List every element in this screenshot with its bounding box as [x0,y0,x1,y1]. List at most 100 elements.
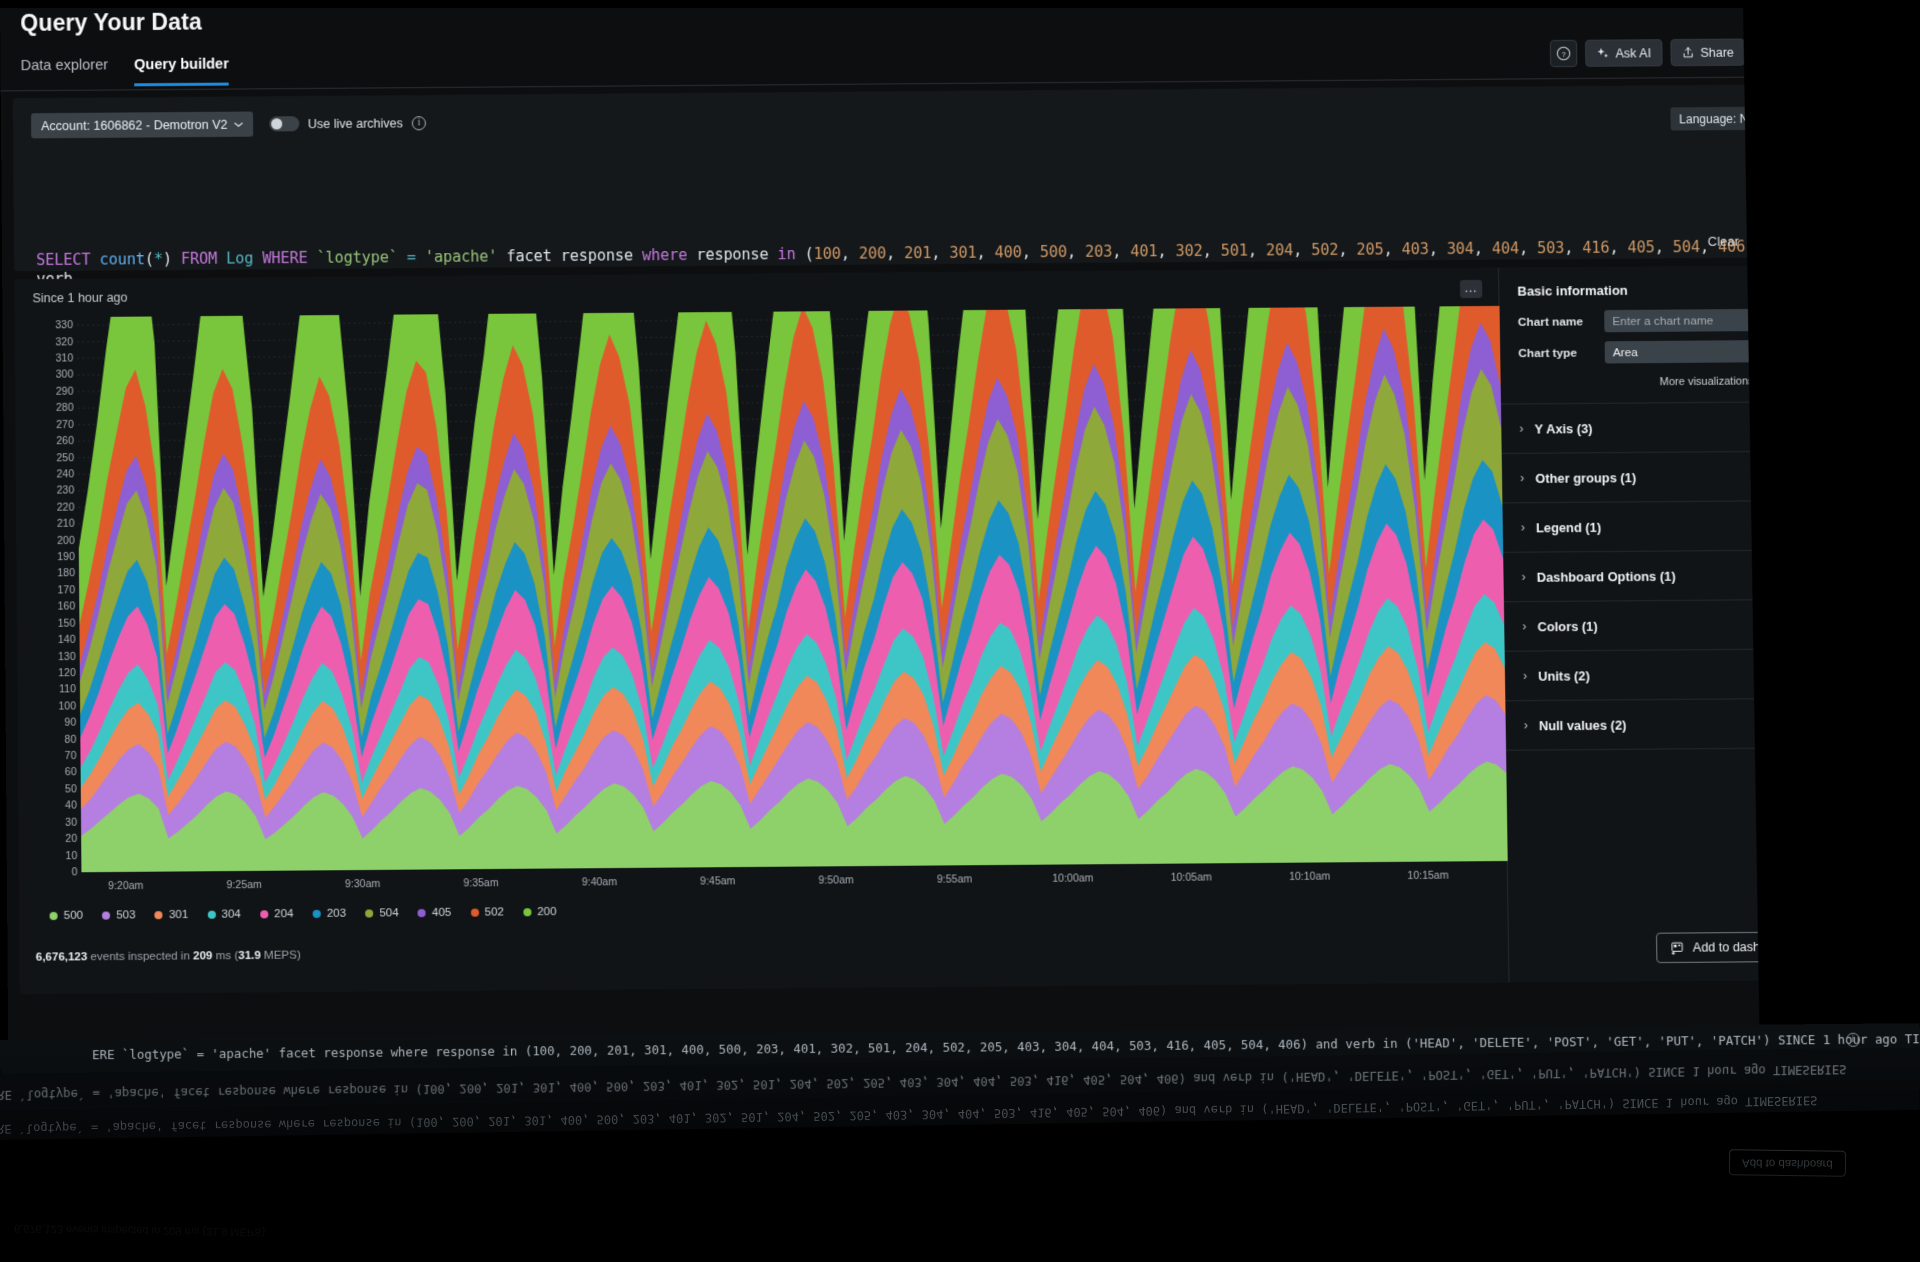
y-axis-tick: 220 [56,501,75,514]
legend-color-dot [207,910,216,919]
x-axis-tick: 9:25am [226,878,262,892]
screenshot-root: Query Your Data Data explorer Query buil… [0,0,1920,1262]
ask-ai-label: Ask AI [1615,45,1652,61]
x-axis-tick: 9:20am [108,879,144,893]
chart-more-menu-button[interactable]: … [1459,279,1483,299]
accordion-item-label: Units (2) [1538,667,1590,684]
chart-type-value: Area [1612,345,1639,360]
chart-legend: 500 503 301 304 204 203 504 405 502 200 [49,899,1461,922]
accordion-item-label: Null values (2) [1538,716,1627,733]
legend-label: 301 [168,908,189,922]
svg-text:?: ? [1562,50,1566,59]
stats-meps-suffix: MEPS) [260,949,301,962]
reflection-add-to-dashboard: Add to dashboard [1729,1149,1847,1177]
x-axis-tick: 9:35am [463,877,499,890]
chevron-right-icon: › [1523,718,1528,733]
legend-item-200[interactable]: 200 [523,906,557,918]
stats-events-count: 6,676,123 [35,951,88,964]
chart-y-axis-labels: 330 320 310 300 290 280 270 260 250 240 230 220 210 2… [33,317,78,878]
legend-label: 504 [379,907,399,920]
live-archives-control: Use live archives i [268,115,426,132]
chart-name-label: Chart name [1517,314,1584,329]
y-axis-tick: 260 [56,435,74,448]
question-circle-icon: ? [1556,46,1571,61]
chevron-down-icon [233,122,243,127]
y-axis-tick: 230 [56,484,75,498]
chevron-right-icon: › [1520,470,1525,486]
legend-color-dot [417,909,426,918]
legend-color-dot [102,911,111,920]
y-axis-tick: 70 [64,749,77,763]
chart-series-areas [76,305,1508,873]
legend-item-504[interactable]: 504 [365,907,399,919]
top-edge [0,0,1920,8]
y-axis-tick: 280 [55,402,74,415]
stats-duration: 209 [193,950,213,963]
accordion-item-label: Other groups (1) [1535,469,1637,486]
chart-since-label: Since 1 hour ago [32,290,128,306]
account-row: Account: 1606862 - Demotron V2 Use live … [31,110,426,139]
chevron-right-icon: › [1523,668,1528,683]
legend-color-dot [312,909,321,918]
legend-label: 405 [431,906,452,920]
y-axis-tick: 330 [55,319,73,332]
window-right-edge [1742,0,1853,1036]
x-axis-tick: 9:50am [818,874,854,887]
legend-color-dot [365,909,374,918]
legend-item-405[interactable]: 405 [417,906,452,920]
legend-item-304[interactable]: 304 [207,908,241,921]
legend-item-204[interactable]: 204 [259,908,294,920]
y-axis-tick: 180 [57,567,76,580]
share-button[interactable]: Share [1669,38,1746,67]
tab-data-explorer[interactable]: Data explorer [21,57,109,87]
y-axis-tick: 110 [59,683,76,696]
chart-type-label: Chart type [1518,345,1578,361]
y-axis-tick: 310 [55,352,74,365]
x-axis-tick: 9:45am [700,875,736,888]
area-chart-svg [76,305,1508,873]
sparkle-icon [1597,47,1608,58]
tab-bar: Data explorer Query builder [21,56,230,87]
y-axis-tick: 10 [65,849,78,862]
legend-label: 503 [116,909,136,922]
y-axis-tick: 160 [57,600,76,613]
accordion-item-label: Dashboard Options (1) [1536,568,1676,585]
area-chart[interactable] [76,305,1508,873]
x-axis-tick: 10:00am [1052,872,1094,885]
account-selector-label: Account: 1606862 - Demotron V2 [41,117,228,133]
help-button[interactable]: ? [1550,39,1578,68]
reflection-add-to-dashboard-label: Add to dashboard [1742,1156,1834,1170]
y-axis-tick: 30 [65,816,78,829]
legend-item-500[interactable]: 500 [49,910,83,922]
y-axis-tick: 210 [56,517,75,531]
legend-item-503[interactable]: 503 [102,909,136,922]
chevron-right-icon: › [1520,520,1526,535]
legend-color-dot [523,908,532,917]
y-axis-tick: 140 [57,633,76,647]
live-archives-toggle[interactable] [268,116,299,132]
y-axis-tick: 100 [58,700,77,713]
account-selector[interactable]: Account: 1606862 - Demotron V2 [31,111,253,139]
query-panel: Account: 1606862 - Demotron V2 Use live … [12,84,1816,344]
y-axis-tick: 50 [64,783,77,796]
legend-item-301[interactable]: 301 [154,908,189,922]
page-title: Query Your Data [20,8,202,36]
chevron-right-icon: › [1519,421,1524,436]
x-axis-tick: 9:30am [344,877,381,891]
live-archives-label: Use live archives [307,115,403,131]
legend-label: 304 [221,908,241,921]
y-axis-tick: 170 [57,584,76,597]
legend-item-203[interactable]: 203 [312,907,347,920]
y-axis-tick: 60 [64,766,77,779]
legend-label: 200 [537,905,557,919]
legend-item-502[interactable]: 502 [470,906,504,919]
ask-ai-button[interactable]: Ask AI [1585,39,1663,67]
legend-label: 203 [326,907,347,920]
tab-query-builder[interactable]: Query builder [134,56,230,87]
x-axis-tick: 9:40am [581,876,618,889]
live-archives-info-icon[interactable]: i [411,115,426,130]
y-axis-tick: 320 [55,335,74,349]
y-axis-tick: 190 [57,551,75,564]
x-axis-tick: 10:05am [1170,871,1212,884]
clear-button[interactable]: Clear [1699,229,1747,253]
